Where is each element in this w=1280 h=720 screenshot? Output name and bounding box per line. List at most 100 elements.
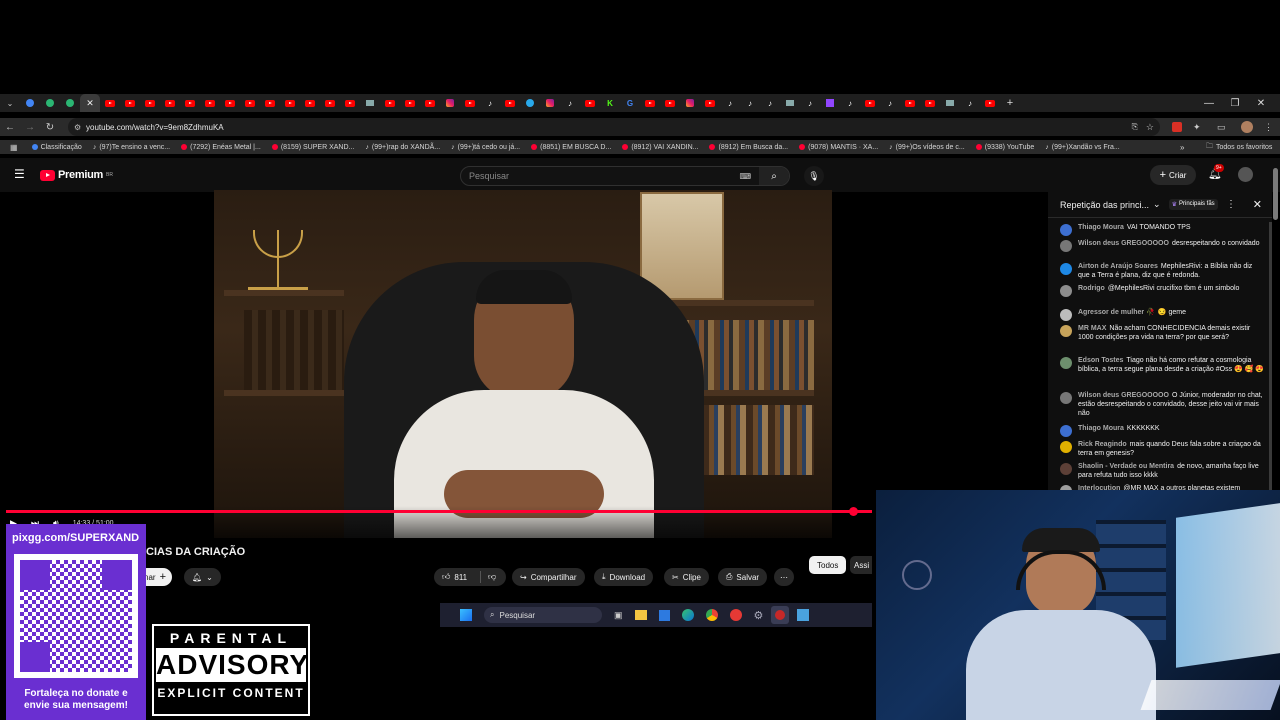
browser-tab[interactable] <box>260 94 280 112</box>
browser-tab[interactable]: ♪ <box>800 94 820 112</box>
browser-tab[interactable] <box>640 94 660 112</box>
bookmark-item[interactable]: (8912) VAI XANDIN... <box>622 144 698 151</box>
browser-tab[interactable] <box>20 94 40 112</box>
app-icon[interactable] <box>797 609 810 621</box>
browser-tab[interactable] <box>160 94 180 112</box>
obs-app-icon[interactable] <box>771 606 790 624</box>
keyboard-icon[interactable]: ⌨ <box>739 172 751 181</box>
browser-tab[interactable] <box>100 94 120 112</box>
browser-tab[interactable] <box>820 94 840 112</box>
browser-tab[interactable] <box>200 94 220 112</box>
more-bookmarks-icon[interactable]: » <box>1180 143 1184 152</box>
chat-mode-dropdown[interactable]: Repetição das princi... ⌄ <box>1060 199 1161 210</box>
browser-tab[interactable] <box>360 94 380 112</box>
download-button[interactable]: ⤓ Download <box>594 568 654 586</box>
browser-tab[interactable] <box>540 94 560 112</box>
browser-tab[interactable] <box>420 94 440 112</box>
chrome-icon[interactable] <box>705 609 718 621</box>
browser-tab[interactable] <box>40 94 60 112</box>
chat-scrollbar[interactable] <box>1269 222 1272 492</box>
bookmark-item[interactable]: ♪ (97)Te ensino a venc... <box>93 144 170 151</box>
filter-chip-all[interactable]: Todos <box>809 556 847 574</box>
browser-tab[interactable] <box>440 94 460 112</box>
install-app-icon[interactable]: ⎘ <box>1132 122 1138 132</box>
browser-tab[interactable] <box>700 94 720 112</box>
browser-tab[interactable] <box>680 94 700 112</box>
extension-icon[interactable] <box>1172 122 1182 132</box>
browser-tab[interactable] <box>980 94 1000 112</box>
browser-tab[interactable] <box>400 94 420 112</box>
browser-tab[interactable] <box>300 94 320 112</box>
voice-search-mic-icon[interactable]: 🎙︎ <box>804 166 824 186</box>
bookmark-item[interactable]: (7292) Enéas Metal |... <box>181 144 261 151</box>
site-info-icon[interactable]: ⚙ <box>74 123 81 132</box>
browser-tab[interactable]: ♪ <box>960 94 980 112</box>
browser-tab[interactable] <box>320 94 340 112</box>
menu-hamburger-icon[interactable]: ☰ <box>14 167 25 181</box>
page-scrollbar[interactable] <box>1273 168 1278 220</box>
browser-tab[interactable]: ♪ <box>740 94 760 112</box>
browser-tab[interactable] <box>900 94 920 112</box>
thumbs-down-icon[interactable]: 👎︎ <box>488 572 496 582</box>
browser-tab[interactable]: ♪ <box>720 94 740 112</box>
clip-button[interactable]: ✂ Clipe <box>664 568 709 586</box>
account-avatar[interactable] <box>1238 167 1253 182</box>
notification-bell-button[interactable]: 🔔︎ ⌄ <box>184 568 221 586</box>
browser-tab[interactable] <box>780 94 800 112</box>
browser-tab[interactable] <box>60 94 80 112</box>
bookmark-item[interactable]: Classificação <box>31 144 82 151</box>
close-icon[interactable]: ✕ <box>1253 198 1262 211</box>
settings-gear-icon[interactable]: ⚙ <box>754 609 764 622</box>
browser-tab[interactable] <box>140 94 160 112</box>
bookmark-item[interactable]: ♪ (99+)Os vídeos de c... <box>889 144 965 151</box>
search-button[interactable]: ⌕ <box>759 167 789 185</box>
browser-tab[interactable] <box>860 94 880 112</box>
browser-tab[interactable]: ♪ <box>840 94 860 112</box>
create-button[interactable]: + Criar <box>1150 165 1196 185</box>
save-button[interactable]: ⎙ Salvar <box>718 568 768 586</box>
back-icon[interactable]: ← <box>0 122 20 133</box>
file-explorer-icon[interactable] <box>634 610 647 620</box>
close-icon[interactable]: ✕ <box>86 98 94 109</box>
browser-tab[interactable]: ♪ <box>880 94 900 112</box>
restore-icon[interactable]: ❐ <box>1224 98 1246 109</box>
task-view-icon[interactable]: ▣ <box>614 610 623 621</box>
more-vertical-icon[interactable]: ⋮ <box>1226 199 1236 210</box>
browser-tab[interactable] <box>340 94 360 112</box>
browser-tab[interactable]: ♪ <box>560 94 580 112</box>
taskbar-search[interactable]: ⌕ Pesquisar <box>484 607 602 623</box>
reload-icon[interactable]: ↻ <box>40 122 60 133</box>
like-button[interactable]: 👍︎ 811 👎︎ <box>434 568 506 586</box>
more-actions-button[interactable]: ⋯ <box>774 568 794 586</box>
browser-tab[interactable]: ♪ <box>760 94 780 112</box>
tab-list-button[interactable]: ⌄ <box>0 94 20 112</box>
all-bookmarks[interactable]: 🗀 Todos os favoritos <box>1206 142 1272 153</box>
bookmark-item[interactable]: ♪ (99+)rap do XANDÃ... <box>365 144 440 151</box>
browser-tab[interactable] <box>580 94 600 112</box>
browser-tab[interactable] <box>520 94 540 112</box>
search-input[interactable]: Pesquisar ⌨ ⌕ <box>460 166 790 186</box>
windows-start-icon[interactable] <box>460 609 472 621</box>
bookmark-item[interactable]: (8912) Em Busca da... <box>709 144 788 151</box>
store-icon[interactable] <box>658 609 670 621</box>
browser-tab[interactable] <box>220 94 240 112</box>
browser-tab[interactable] <box>120 94 140 112</box>
filter-chip[interactable]: Assi <box>850 556 872 574</box>
browser-tab[interactable] <box>280 94 300 112</box>
address-bar[interactable]: ⚙ youtube.com/watch?v=9em8ZdhmuKA ⎘ ☆ <box>68 118 1160 136</box>
progress-scrubber[interactable] <box>849 507 858 516</box>
close-window-icon[interactable]: ✕ <box>1250 98 1272 109</box>
sidepanel-icon[interactable]: ▭ <box>1217 122 1226 133</box>
video-player[interactable] <box>214 190 832 538</box>
bookmark-star-icon[interactable]: ☆ <box>1146 122 1154 133</box>
apps-grid-icon[interactable]: ▦ <box>10 143 18 152</box>
bookmark-item[interactable]: (8159) SUPER XAND... <box>271 144 354 151</box>
browser-tab-active[interactable]: ✕ <box>80 94 100 112</box>
bookmark-item[interactable]: (9338) YouTube <box>975 144 1034 151</box>
bookmark-item[interactable]: (8851) EM BUSCA D... <box>531 144 611 151</box>
browser-tab[interactable]: G <box>620 94 640 112</box>
browser-tab[interactable] <box>240 94 260 112</box>
browser-tab[interactable] <box>500 94 520 112</box>
browser-tab[interactable] <box>920 94 940 112</box>
top-fans-badge[interactable]: ♛ Principais fãs <box>1168 199 1218 210</box>
